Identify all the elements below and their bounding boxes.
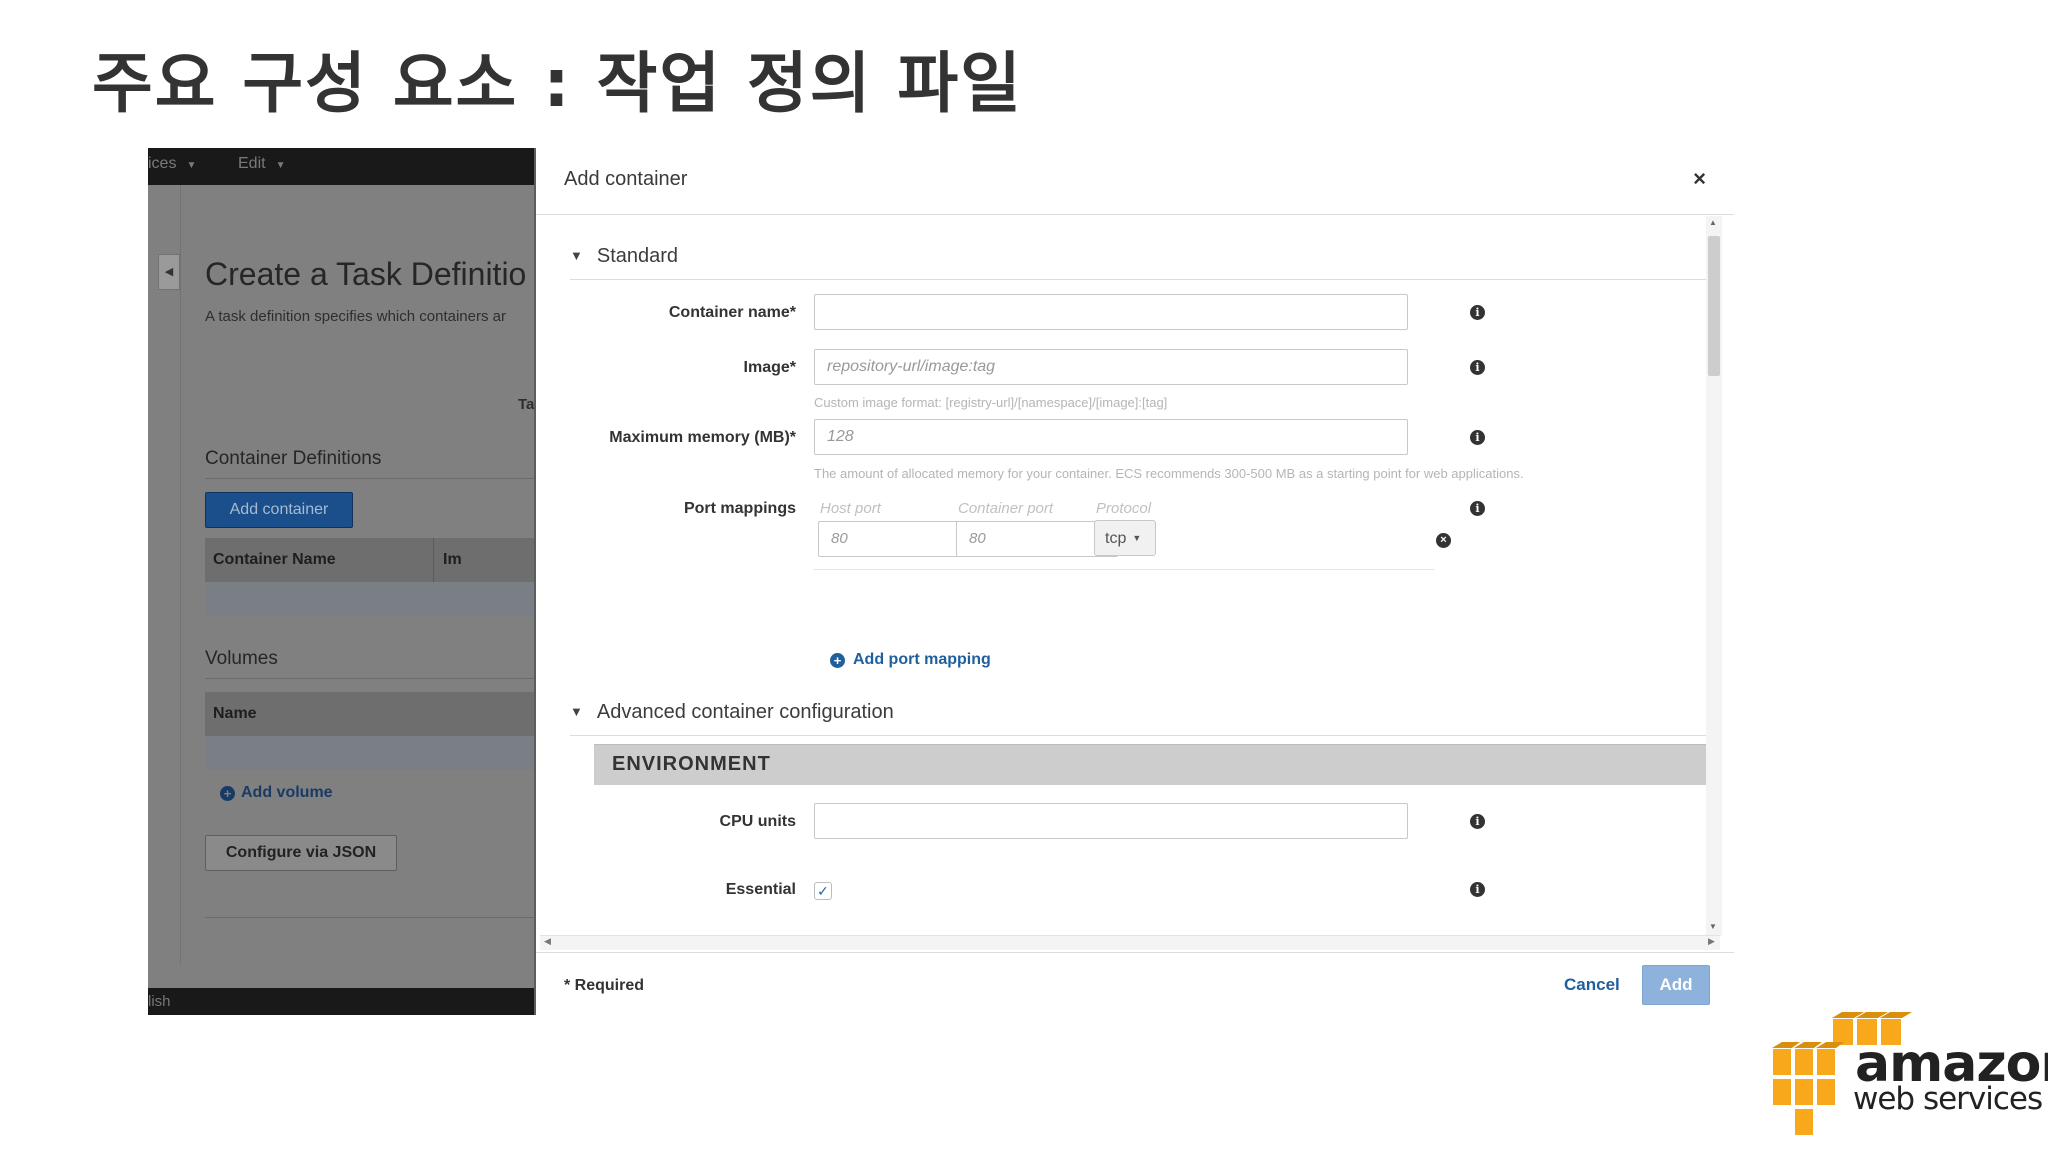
table-row (205, 582, 534, 616)
memory-label: Maximum memory (MB)* (609, 429, 796, 446)
divider (205, 678, 534, 679)
divider (205, 478, 534, 479)
info-icon[interactable]: i (1470, 501, 1485, 516)
divider (814, 569, 1434, 570)
table-row (205, 736, 534, 770)
container-name-label: Container name* (668, 304, 796, 321)
plus-circle-icon: + (830, 653, 845, 668)
info-icon[interactable]: i (1470, 882, 1485, 897)
footer-text[interactable]: lish (148, 993, 171, 1010)
scroll-left-icon[interactable]: ◀ (544, 936, 551, 947)
configure-via-json-button[interactable]: Configure via JSON (205, 835, 397, 871)
info-icon[interactable]: i (1470, 430, 1485, 445)
console-top-bar: ices ▼ Edit ▼ (148, 148, 534, 185)
caret-down-icon: ▼ (570, 704, 583, 719)
column-container-name[interactable]: Container Name (213, 551, 336, 569)
image-help-text: Custom image format: [registry-url]/[nam… (814, 395, 1168, 410)
background-console: ices ▼ Edit ▼ ◀ Create a Task Definitio A … (148, 148, 534, 1015)
caret-down-icon: ▼ (1132, 533, 1142, 543)
add-container-modal: Add container × ▼ Standard Container name… (534, 148, 1734, 1015)
volumes-heading: Volumes (205, 648, 278, 669)
container-port-label: Container port (958, 500, 1054, 517)
divider (205, 917, 534, 918)
column-image[interactable]: Im (443, 551, 462, 569)
add-volume-link[interactable]: + Add volume (220, 784, 333, 802)
horizontal-scrollbar[interactable]: ◀ ▶ (540, 935, 1720, 950)
edit-menu[interactable]: Edit ▼ (238, 155, 285, 173)
checkmark-icon: ✓ (817, 883, 829, 899)
modal-title: Add container (564, 168, 688, 190)
essential-label: Essential (725, 881, 796, 898)
volumes-table-header: Name (205, 692, 534, 736)
host-port-label: Host port (820, 500, 881, 517)
info-icon[interactable]: i (1470, 360, 1485, 375)
environment-section-header: ENVIRONMENT (594, 744, 1712, 785)
standard-section-toggle[interactable]: ▼ Standard (570, 245, 678, 268)
cpu-units-label: CPU units (719, 813, 796, 830)
add-container-button[interactable]: Add container (205, 492, 353, 528)
protocol-select[interactable]: tcp ▼ (1094, 520, 1156, 556)
add-button[interactable]: Add (1642, 965, 1710, 1005)
slide-title: 주요 구성 요소 : 작업 정의 파일 (92, 45, 1023, 122)
info-icon[interactable]: i (1470, 814, 1485, 829)
scroll-down-icon[interactable]: ▼ (1709, 922, 1717, 931)
logo-subtitle: web services (1853, 1081, 2043, 1117)
divider (570, 279, 1712, 280)
plus-circle-icon: + (220, 786, 235, 801)
image-label: Image* (743, 359, 796, 376)
caret-down-icon: ▼ (570, 248, 583, 263)
close-icon[interactable]: × (1693, 166, 1706, 192)
advanced-section-toggle[interactable]: ▼ Advanced container configuration (570, 701, 894, 724)
scroll-up-icon[interactable]: ▲ (1709, 218, 1717, 227)
scrollbar-thumb[interactable] (1708, 236, 1720, 376)
required-note: * Required (564, 977, 645, 994)
container-definitions-heading: Container Definitions (205, 448, 382, 469)
image-input[interactable]: repository-url/image:tag (814, 349, 1408, 385)
sidebar-divider (180, 185, 181, 965)
modal-header: Add container × (536, 148, 1734, 215)
sidebar-collapse-toggle[interactable]: ◀ (158, 254, 180, 290)
vertical-scrollbar[interactable]: ▲ ▼ (1706, 216, 1722, 936)
chevron-down-icon: ▼ (275, 160, 286, 171)
memory-input[interactable]: 128 (814, 419, 1408, 455)
column-separator (433, 538, 434, 582)
environment-heading: ENVIRONMENT (612, 753, 771, 775)
scroll-right-icon[interactable]: ▶ (1708, 936, 1715, 947)
port-mappings-label: Port mappings (683, 500, 796, 517)
page-description: A task definition specifies which contai… (205, 308, 506, 325)
remove-port-mapping-icon[interactable]: × (1436, 533, 1451, 548)
container-name-input[interactable] (814, 294, 1408, 330)
cpu-units-input[interactable] (814, 803, 1408, 839)
modal-footer: * Required Cancel Add (536, 952, 1734, 1015)
divider (570, 735, 1712, 736)
container-table-header: Container Name Im (205, 538, 534, 582)
chevron-left-icon: ◀ (164, 266, 174, 278)
console-screenshot: ices ▼ Edit ▼ ◀ Create a Task Definitio A … (148, 148, 1734, 1015)
essential-checkbox[interactable]: ✓ (814, 882, 832, 900)
column-volume-name[interactable]: Name (213, 705, 257, 723)
memory-help-text: The amount of allocated memory for your … (814, 466, 1524, 481)
services-menu[interactable]: ices ▼ (148, 155, 196, 173)
page-title: Create a Task Definitio (205, 256, 527, 292)
partial-field-label: Ta (518, 396, 534, 413)
chevron-down-icon: ▼ (186, 160, 197, 171)
console-footer: lish (148, 988, 534, 1015)
info-icon[interactable]: i (1470, 305, 1485, 320)
add-port-mapping-link[interactable]: + Add port mapping (830, 651, 991, 669)
cancel-button[interactable]: Cancel (1564, 975, 1620, 995)
protocol-label: Protocol (1096, 500, 1152, 517)
